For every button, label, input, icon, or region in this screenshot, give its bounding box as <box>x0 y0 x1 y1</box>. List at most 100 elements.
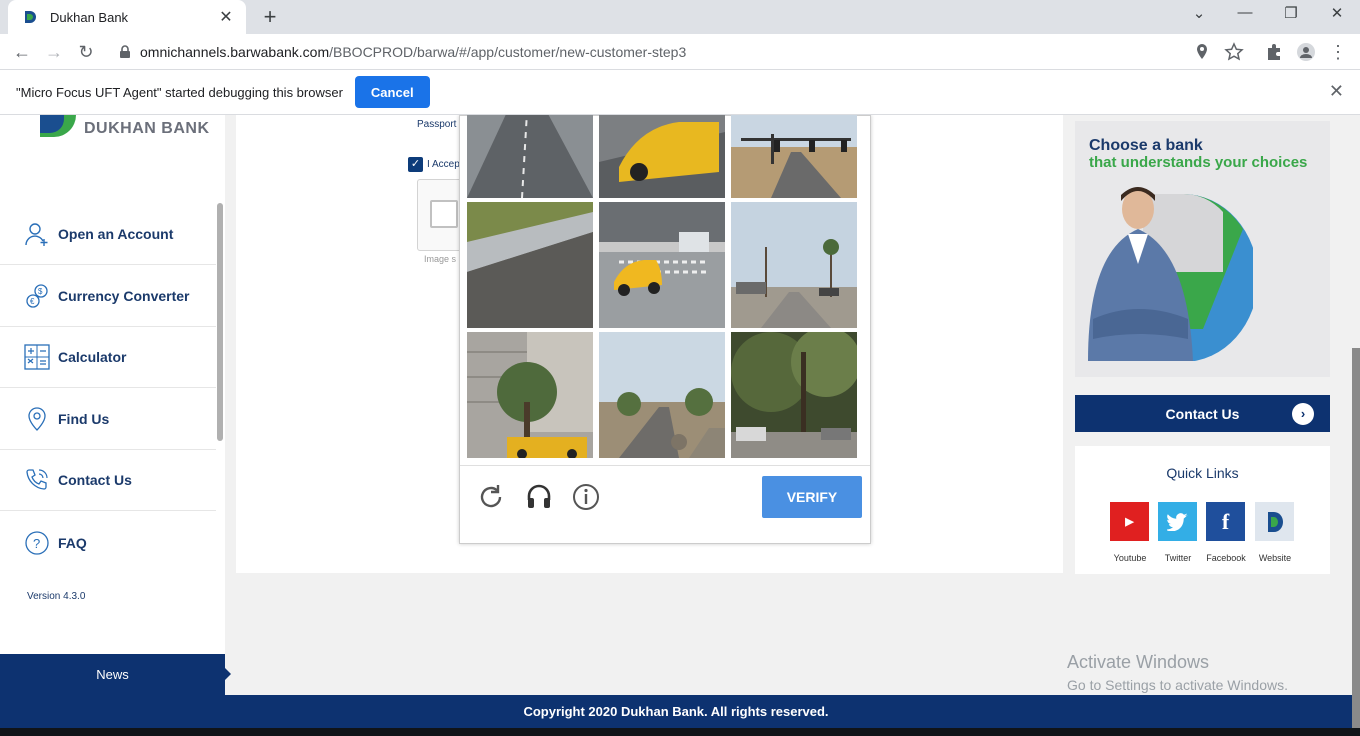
captcha-tile[interactable] <box>731 332 857 458</box>
sidebar-item-faq[interactable]: ? FAQ <box>0 512 216 573</box>
currency-exchange-icon: $€ <box>26 284 48 308</box>
passport-label: Passport <box>417 119 457 130</box>
recaptcha-checkbox[interactable] <box>430 200 458 228</box>
quick-link-website[interactable]: Website <box>1255 502 1295 563</box>
news-bar[interactable]: News <box>0 654 225 695</box>
forward-icon[interactable]: → <box>42 40 66 64</box>
cancel-button[interactable]: Cancel <box>354 76 430 108</box>
sidebar-item-currency-converter[interactable]: $ € Currency Converter <box>0 266 216 327</box>
contact-us-button[interactable]: Contact Us › <box>1075 395 1330 432</box>
sidebar-item-label: Find Us <box>58 411 110 427</box>
window-close-icon[interactable]: ✕ <box>1314 4 1360 22</box>
reload-icon[interactable]: ↻ <box>74 40 98 64</box>
activate-windows-title: Activate Windows <box>1067 652 1210 672</box>
sidebar-item-label: Open an Account <box>58 226 174 242</box>
phone-icon <box>26 469 48 490</box>
quick-link-youtube[interactable]: ▶ Youtube <box>1110 502 1150 563</box>
os-taskbar <box>0 728 1360 736</box>
quick-link-facebook[interactable]: f Facebook <box>1206 502 1246 563</box>
quick-links-card: Quick Links ▶ Youtube Twitter f Facebook… <box>1075 446 1330 574</box>
copyright-text: Copyright 2020 Dukhan Bank. All rights r… <box>523 704 829 719</box>
quick-link-label: Website <box>1258 553 1292 563</box>
contact-us-label: Contact Us <box>1165 405 1240 422</box>
infobar-close-icon[interactable]: ✕ <box>1329 81 1344 102</box>
browser-menu-icon[interactable]: ⋮ <box>1326 40 1350 64</box>
captcha-tile[interactable] <box>467 115 593 198</box>
quick-link-label: Facebook <box>1206 553 1246 563</box>
reload-challenge-icon[interactable] <box>476 482 506 512</box>
quick-link-label: Youtube <box>1113 553 1147 563</box>
url-host: omnichannels.barwabank.com <box>140 44 330 60</box>
sidebar-item-find-us[interactable]: Find Us <box>0 389 216 450</box>
captcha-tile[interactable] <box>731 115 857 198</box>
tab-close-icon[interactable]: ✕ <box>216 7 236 27</box>
map-pin-icon <box>28 407 46 431</box>
sidebar-item-label: Calculator <box>58 349 127 365</box>
footer: Copyright 2020 Dukhan Bank. All rights r… <box>0 695 1352 728</box>
help-icon: ? <box>25 530 49 555</box>
promo-headline: Choose a bank <box>1089 137 1203 154</box>
promo-person-image <box>1088 187 1253 361</box>
captcha-tile[interactable] <box>467 202 593 328</box>
extensions-icon[interactable] <box>1264 42 1284 62</box>
quick-link-twitter[interactable]: Twitter <box>1158 502 1198 563</box>
restore-icon[interactable]: ❐ <box>1268 4 1314 22</box>
dukhan-favicon-icon <box>25 11 36 23</box>
sidebar-item-label: Currency Converter <box>58 288 190 304</box>
browser-toolbar: ← → ↻ omnichannels.barwabank.com/BBOCPRO… <box>0 34 1360 70</box>
news-pointer <box>225 668 231 680</box>
facebook-icon: f <box>1206 502 1245 541</box>
youtube-icon: ▶ <box>1110 502 1149 541</box>
twitter-icon <box>1158 502 1197 541</box>
website-icon <box>1255 502 1294 541</box>
calculator-icon <box>24 344 50 370</box>
tab-search-icon[interactable]: ⌄ <box>1176 4 1222 22</box>
bank-logo[interactable]: DUKHAN BANK <box>38 115 210 143</box>
location-icon[interactable] <box>1192 42 1212 62</box>
captcha-separator <box>460 465 870 466</box>
news-label: News <box>96 667 129 682</box>
promo-banner[interactable]: Choose a bank that understands your choi… <box>1075 121 1330 377</box>
activate-windows-subtitle: Go to Settings to activate Windows. <box>1067 677 1288 693</box>
captcha-tile[interactable] <box>599 202 725 328</box>
quick-links-title: Quick Links <box>1166 465 1239 481</box>
bank-logo-text: DUKHAN BANK <box>84 120 210 137</box>
address-bar[interactable]: omnichannels.barwabank.com/BBOCPROD/barw… <box>106 38 1256 66</box>
page-scrollbar[interactable] <box>1352 348 1360 728</box>
sidebar-item-label: FAQ <box>58 534 87 551</box>
verify-button[interactable]: VERIFY <box>762 476 862 518</box>
audio-challenge-icon[interactable] <box>524 482 554 512</box>
sidebar-item-label: Contact Us <box>58 472 132 488</box>
back-icon[interactable]: ← <box>10 40 34 64</box>
infobar-message: "Micro Focus UFT Agent" started debuggin… <box>16 84 343 100</box>
sidebar-item-open-account[interactable]: Open an Account <box>0 204 216 265</box>
new-tab-icon[interactable]: + <box>258 4 282 30</box>
accept-terms-label: I Accep <box>427 159 460 170</box>
debug-infobar: "Micro Focus UFT Agent" started debuggin… <box>0 70 1360 115</box>
bookmark-star-icon[interactable] <box>1224 42 1244 62</box>
url-path: /BBOCPROD/barwa/#/app/customer/new-custo… <box>329 44 687 60</box>
bank-logo-icon <box>40 115 76 137</box>
promo-subheadline: that understands your choices <box>1089 154 1308 171</box>
svg-text:€: € <box>30 297 35 306</box>
sidebar: DUKHAN BANK Open an Account $ € Currency … <box>0 115 225 654</box>
tab-title: Dukhan Bank <box>50 9 129 25</box>
minimize-icon[interactable]: — <box>1222 4 1268 21</box>
captcha-tile[interactable] <box>731 202 857 328</box>
info-icon[interactable] <box>571 482 601 512</box>
sidebar-scrollbar[interactable] <box>217 203 223 441</box>
sidebar-item-contact-us[interactable]: Contact Us <box>0 450 216 511</box>
svg-text:?: ? <box>33 536 40 551</box>
image-caption: Image s <box>424 254 457 264</box>
captcha-tile[interactable] <box>599 115 725 198</box>
svg-text:$: $ <box>38 287 43 296</box>
accept-terms-checkbox[interactable]: ✓ <box>408 157 423 172</box>
sidebar-item-calculator[interactable]: Calculator <box>0 327 216 388</box>
captcha-tile[interactable] <box>599 332 725 458</box>
lock-icon <box>120 45 130 58</box>
profile-icon[interactable] <box>1296 42 1316 62</box>
captcha-tile[interactable] <box>467 332 593 458</box>
browser-tab[interactable]: Dukhan Bank ✕ <box>8 0 246 34</box>
captcha-challenge: VERIFY <box>459 115 871 544</box>
chevron-right-icon: › <box>1292 403 1314 425</box>
